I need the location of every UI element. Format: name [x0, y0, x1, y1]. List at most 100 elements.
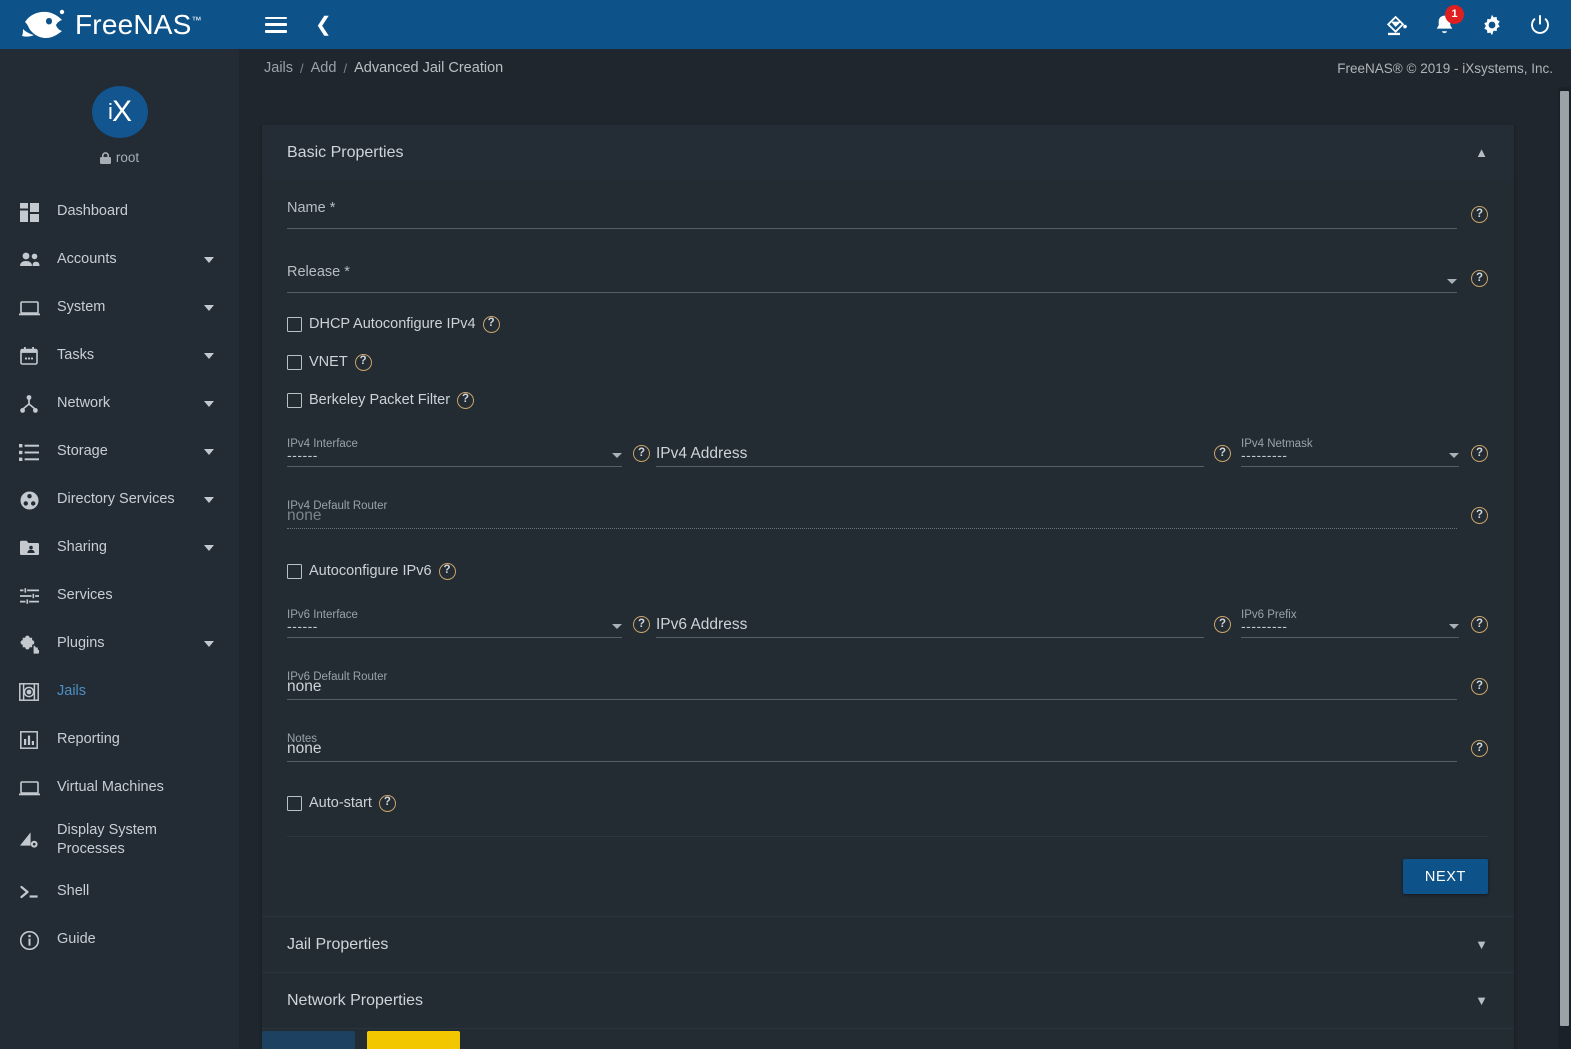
chevron-down-icon[interactable]	[204, 257, 214, 263]
sidebar-item-shell[interactable]: Shell	[0, 868, 239, 916]
sidebar-item-label: System	[57, 299, 106, 316]
bell-icon[interactable]: 1	[1434, 4, 1464, 36]
chevron-down-icon[interactable]: ▼	[1475, 938, 1488, 951]
scrollbar-thumb[interactable]	[1560, 91, 1569, 1026]
sidebar-item-accounts[interactable]: Accounts	[0, 236, 239, 284]
sidebar-item-sharing[interactable]: Sharing	[0, 524, 239, 572]
save-button[interactable]	[262, 1031, 355, 1049]
dhcp-ipv4-checkbox[interactable]	[287, 316, 302, 332]
sidebar-item-system[interactable]: System	[0, 284, 239, 332]
help-circle-icon[interactable]: ?	[1471, 616, 1488, 633]
next-button[interactable]: NEXT	[1402, 859, 1488, 894]
help-circle-icon[interactable]: ?	[1471, 270, 1488, 287]
chevron-up-icon[interactable]: ▲	[1475, 146, 1488, 159]
chevron-down-icon[interactable]	[204, 497, 214, 503]
ipv6-default-router-input[interactable]: none	[287, 673, 1457, 700]
sidebar-item-plugins[interactable]: Plugins	[0, 620, 239, 668]
brand-name: FreeNAS™	[75, 8, 202, 40]
field-ipv6-default-router: IPv6 Default Router none	[287, 654, 1457, 706]
chevron-down-icon[interactable]	[1449, 624, 1459, 629]
auto-start-checkbox[interactable]	[287, 795, 302, 811]
help-circle-icon[interactable]: ?	[1471, 678, 1488, 695]
panel-header-basic-properties[interactable]: Basic Properties ▲	[262, 125, 1514, 180]
vertical-scrollbar[interactable]	[1558, 87, 1571, 1049]
chevron-down-icon[interactable]	[204, 449, 214, 455]
row-ipv6: IPv6 Interface ------ ? IPv6 Address ? I…	[287, 592, 1488, 644]
help-circle-icon[interactable]: ?	[1471, 740, 1488, 757]
gear-icon[interactable]	[1481, 14, 1503, 36]
power-icon[interactable]	[1529, 14, 1551, 36]
help-circle-icon[interactable]: ?	[354, 353, 372, 371]
row-berkeley-packet-filter: Berkeley Packet Filter ?	[287, 381, 1488, 419]
row-ipv4: IPv4 Interface ------ ? IPv4 Address ? I…	[287, 421, 1488, 473]
hamburger-menu-icon[interactable]	[265, 16, 287, 33]
sidebar-item-guide[interactable]: Guide	[0, 916, 239, 964]
help-circle-icon[interactable]: ?	[1471, 507, 1488, 524]
breadcrumb-item-add[interactable]: Add	[311, 60, 337, 76]
help-circle-icon[interactable]: ?	[482, 315, 500, 333]
ipv6-default-router-label: IPv6 Default Router	[287, 671, 388, 683]
sidebar-item-dashboard[interactable]: Dashboard	[0, 188, 239, 236]
sidebar-item-display-system-processes[interactable]: Display System Processes	[0, 812, 239, 868]
autoconfigure-ipv6-checkbox[interactable]	[287, 563, 302, 579]
ipv4-address-input[interactable]: IPv4 Address	[656, 440, 1204, 467]
help-circle-icon[interactable]: ?	[1214, 616, 1231, 633]
chevron-down-icon[interactable]	[204, 641, 214, 647]
brand-header: FreeNAS™	[0, 0, 239, 49]
help-circle-icon[interactable]: ?	[378, 794, 396, 812]
paint-bucket-icon[interactable]	[1385, 13, 1408, 36]
chevron-left-icon[interactable]: ❮	[315, 15, 332, 35]
vnet-checkbox[interactable]	[287, 354, 302, 370]
top-toolbar: ❮ 1	[239, 0, 1571, 49]
sidebar-item-virtual-machines[interactable]: Virtual Machines	[0, 764, 239, 812]
chevron-down-icon[interactable]	[1449, 453, 1459, 458]
auto-start-label: Auto-start	[309, 795, 372, 811]
basic-properties-body: Name * ? Release * ? DHCP Autoconfigure …	[262, 180, 1514, 837]
chevron-down-icon[interactable]	[204, 545, 214, 551]
help-circle-icon[interactable]: ?	[438, 562, 456, 580]
panel-header-jail-properties[interactable]: Jail Properties ▼	[262, 917, 1514, 972]
help-circle-icon[interactable]: ?	[633, 616, 650, 633]
help-circle-icon[interactable]: ?	[1214, 445, 1231, 462]
panel-header-network-properties[interactable]: Network Properties ▼	[262, 973, 1514, 1028]
chevron-down-icon[interactable]	[204, 353, 214, 359]
release-select[interactable]	[287, 267, 1457, 293]
sidebar-item-storage[interactable]: Storage	[0, 428, 239, 476]
sidebar-item-services[interactable]: Services	[0, 572, 239, 620]
ipv6-address-input[interactable]: IPv6 Address	[656, 611, 1204, 638]
lock-icon	[99, 151, 111, 164]
sidebar-item-jails[interactable]: Jails	[0, 668, 239, 716]
help-circle-icon[interactable]: ?	[1471, 206, 1488, 223]
help-circle-icon[interactable]: ?	[1471, 445, 1488, 462]
chevron-down-icon[interactable]	[204, 401, 214, 407]
berkeley-packet-filter-checkbox[interactable]	[287, 392, 302, 408]
field-ipv6-interface: IPv6 Interface ------	[287, 592, 622, 644]
sidebar-item-label: Display System Processes	[57, 821, 157, 857]
checkbox-group: DHCP Autoconfigure IPv4 ? VNET ? Berkele…	[287, 305, 1488, 419]
sidebar-item-tasks[interactable]: Tasks	[0, 332, 239, 380]
directory-services-icon	[12, 491, 46, 510]
chevron-down-icon[interactable]	[612, 453, 622, 458]
sidebar-item-label: Plugins	[57, 635, 105, 652]
row-notes: Notes none ?	[287, 716, 1488, 768]
avatar[interactable]: iX	[91, 86, 148, 138]
chevron-down-icon[interactable]: ▼	[1475, 994, 1488, 1007]
name-input[interactable]	[287, 203, 1457, 229]
help-circle-icon[interactable]: ?	[457, 391, 475, 409]
breadcrumb-item-current: Advanced Jail Creation	[354, 60, 504, 76]
chevron-down-icon[interactable]	[612, 624, 622, 629]
sidebar-item-directory-services[interactable]: Directory Services	[0, 476, 239, 524]
shell-prompt-icon	[12, 885, 46, 900]
chevron-down-icon[interactable]	[204, 305, 214, 311]
sidebar-item-reporting[interactable]: Reporting	[0, 716, 239, 764]
release-label: Release *	[287, 264, 350, 280]
chevron-down-icon[interactable]	[1447, 279, 1457, 284]
notes-input[interactable]: none	[287, 735, 1457, 762]
notes-label: Notes	[287, 733, 318, 745]
help-circle-icon[interactable]: ?	[633, 445, 650, 462]
cancel-button[interactable]	[367, 1031, 460, 1049]
field-ipv6-address: IPv6 Address	[656, 592, 1204, 644]
berkeley-packet-filter-label: Berkeley Packet Filter	[309, 392, 451, 408]
breadcrumb-item-jails[interactable]: Jails	[264, 60, 293, 76]
sidebar-item-network[interactable]: Network	[0, 380, 239, 428]
